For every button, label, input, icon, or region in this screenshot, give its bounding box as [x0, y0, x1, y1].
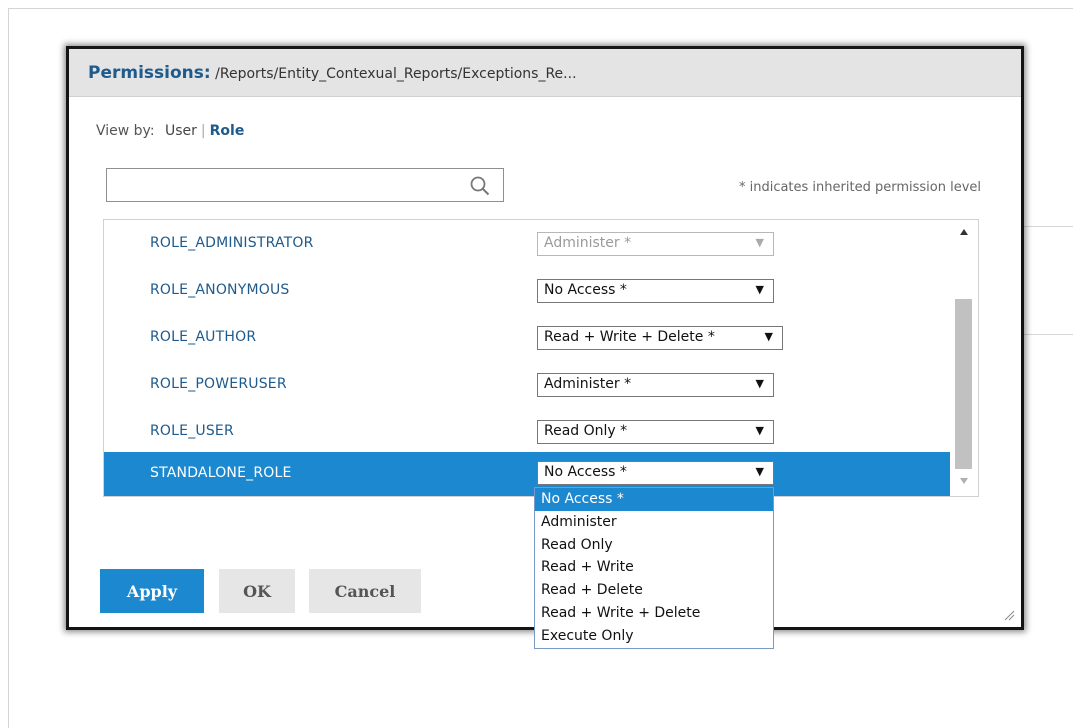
- role-name: STANDALONE_ROLE: [150, 465, 292, 481]
- search-icon[interactable]: [469, 175, 491, 197]
- view-by-toggle: View by: User | Role: [96, 123, 244, 139]
- inherited-permission-note: * indicates inherited permission level: [738, 180, 981, 195]
- role-name: ROLE_USER: [150, 423, 234, 439]
- dropdown-option[interactable]: Read Only: [535, 534, 773, 557]
- cancel-button[interactable]: Cancel: [309, 569, 421, 613]
- ok-button[interactable]: OK: [219, 569, 295, 613]
- permission-value: Administer *: [544, 235, 632, 251]
- role-row[interactable]: ROLE_POWERUSER Administer * ▼: [104, 363, 950, 408]
- dropdown-arrow-icon: ▼: [755, 465, 764, 478]
- dropdown-option[interactable]: Read + Write + Delete: [535, 602, 773, 625]
- permission-value: Read Only *: [544, 423, 628, 439]
- dropdown-arrow-icon: ▼: [755, 283, 764, 296]
- scroll-up-arrow-icon[interactable]: [960, 229, 968, 235]
- dialog-path: /Reports/Entity_Contexual_Reports/Except…: [215, 66, 577, 82]
- scroll-down-arrow-icon[interactable]: [960, 478, 968, 484]
- role-name: ROLE_ANONYMOUS: [150, 282, 290, 298]
- search-input[interactable]: [111, 170, 461, 200]
- permission-select-open[interactable]: No Access * ▼: [537, 461, 774, 485]
- dropdown-arrow-icon: ▼: [755, 377, 764, 390]
- dialog-header: Permissions: /Reports/Entity_Contexual_R…: [69, 49, 1021, 97]
- dropdown-arrow-icon: ▼: [755, 424, 764, 437]
- role-row-selected[interactable]: STANDALONE_ROLE No Access * ▼: [104, 452, 950, 496]
- dropdown-option[interactable]: No Access *: [535, 488, 773, 511]
- view-by-role-link[interactable]: Role: [210, 123, 245, 139]
- permission-dropdown-options: No Access * Administer Read Only Read + …: [534, 487, 774, 649]
- list-scrollbar[interactable]: [950, 220, 978, 496]
- permission-select[interactable]: No Access * ▼: [537, 279, 774, 303]
- scrollbar-thumb[interactable]: [955, 299, 972, 469]
- dropdown-option[interactable]: Read + Delete: [535, 579, 773, 602]
- permission-value: No Access *: [544, 464, 627, 480]
- view-by-label: View by:: [96, 123, 155, 139]
- role-name: ROLE_ADMINISTRATOR: [150, 235, 314, 251]
- role-permission-list: ROLE_ADMINISTRATOR Administer * ▼ ROLE_A…: [103, 219, 979, 497]
- dialog-title: Permissions:: [88, 63, 211, 83]
- apply-button[interactable]: Apply: [100, 569, 204, 613]
- resize-grip-icon[interactable]: [1003, 609, 1015, 621]
- permission-select: Administer * ▼: [537, 232, 774, 256]
- permission-select[interactable]: Read + Write + Delete * ▼: [537, 326, 783, 350]
- permission-value: Read + Write + Delete *: [544, 329, 715, 345]
- role-name: ROLE_AUTHOR: [150, 329, 257, 345]
- dropdown-arrow-icon: ▼: [755, 236, 764, 249]
- view-by-separator: |: [200, 123, 206, 139]
- dropdown-option[interactable]: Execute Only: [535, 625, 773, 648]
- dropdown-arrow-icon: ▼: [764, 330, 773, 343]
- role-row[interactable]: ROLE_ADMINISTRATOR Administer * ▼: [104, 222, 950, 267]
- permission-select[interactable]: Administer * ▼: [537, 373, 774, 397]
- role-row[interactable]: ROLE_AUTHOR Read + Write + Delete * ▼: [104, 316, 950, 361]
- role-name: ROLE_POWERUSER: [150, 376, 287, 392]
- permission-value: No Access *: [544, 282, 627, 298]
- dropdown-option[interactable]: Read + Write: [535, 556, 773, 579]
- permission-value: Administer *: [544, 376, 632, 392]
- dropdown-option[interactable]: Administer: [535, 511, 773, 534]
- role-row[interactable]: ROLE_USER Read Only * ▼: [104, 410, 950, 455]
- permission-select[interactable]: Read Only * ▼: [537, 420, 774, 444]
- view-by-user-link[interactable]: User: [165, 123, 197, 139]
- search-field[interactable]: [106, 168, 504, 202]
- role-row[interactable]: ROLE_ANONYMOUS No Access * ▼: [104, 269, 950, 314]
